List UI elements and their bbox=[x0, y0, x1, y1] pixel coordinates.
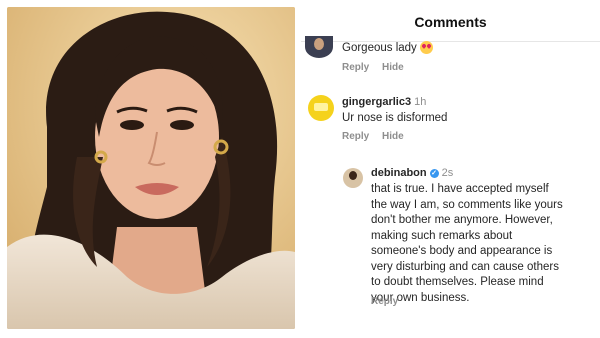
verified-badge-icon: ✓ bbox=[429, 168, 439, 178]
comments-header: Comments bbox=[301, 0, 600, 42]
comment-timestamp: 1h bbox=[414, 96, 427, 108]
comment-text: Ur nose is disformed bbox=[342, 112, 448, 124]
heart-eyes-icon bbox=[419, 41, 433, 55]
page-title: Comments bbox=[414, 14, 487, 30]
portrait-illustration bbox=[7, 7, 295, 329]
reply-text: that is true. I have accepted myself the… bbox=[371, 183, 563, 304]
profile-photo bbox=[7, 7, 295, 329]
comment-username[interactable]: gingergarlic3 1h bbox=[342, 96, 426, 108]
reply-button[interactable]: Reply bbox=[342, 131, 369, 142]
avatar[interactable] bbox=[308, 95, 334, 121]
avatar[interactable] bbox=[305, 36, 333, 58]
reply-timestamp: 2s bbox=[441, 167, 454, 179]
avatar[interactable] bbox=[343, 168, 363, 188]
hide-button[interactable]: Hide bbox=[382, 131, 404, 142]
comment-text: Gorgeous lady bbox=[342, 41, 433, 57]
reply-button[interactable]: Reply bbox=[371, 296, 398, 307]
reply-username[interactable]: debinabon ✓ 2s bbox=[371, 167, 453, 179]
reply-button[interactable]: Reply bbox=[342, 62, 369, 73]
hide-button[interactable]: Hide bbox=[382, 62, 404, 73]
comments-panel: Comments Gorgeous lady Reply Hide ginger… bbox=[301, 0, 600, 338]
